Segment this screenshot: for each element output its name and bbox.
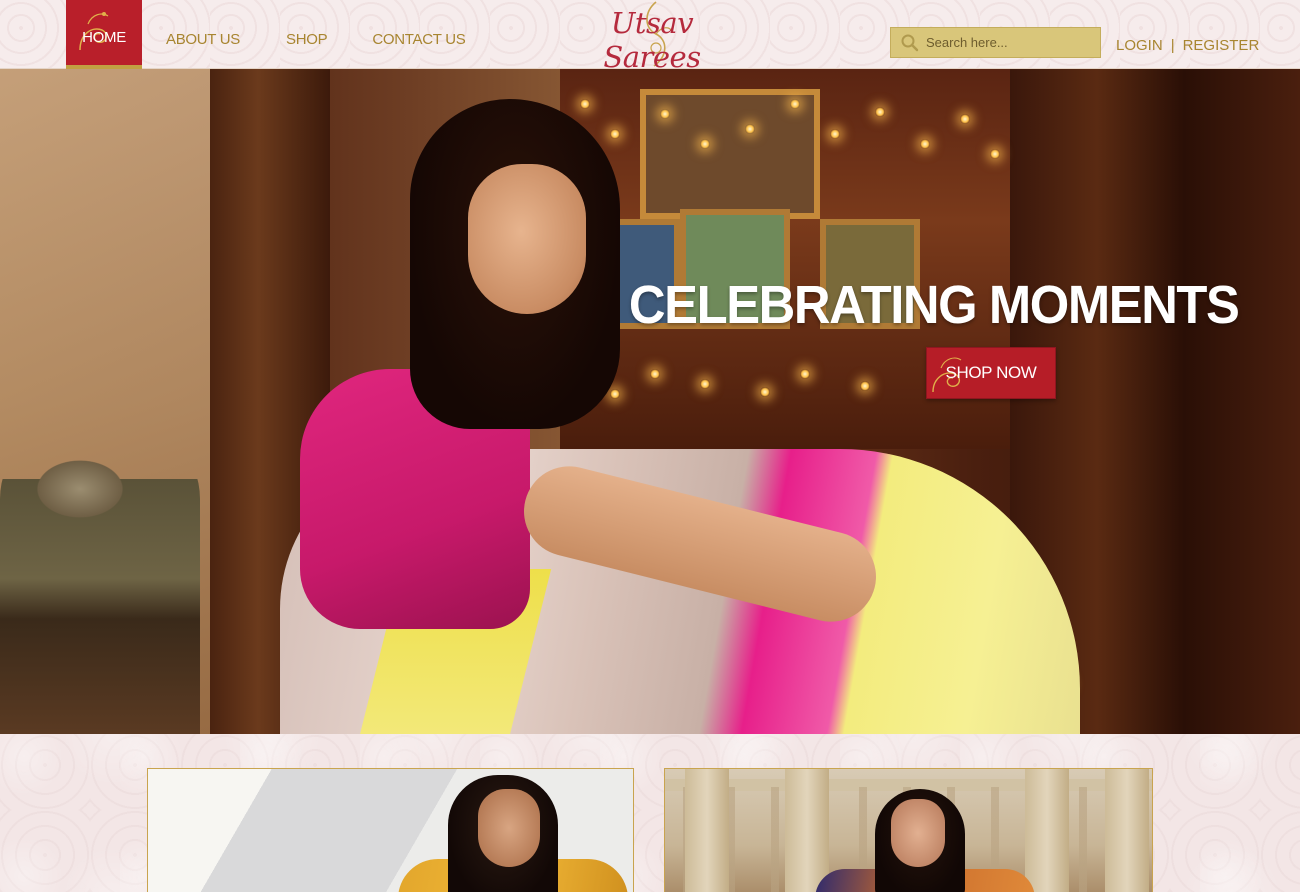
featured-card-2[interactable] bbox=[664, 768, 1153, 892]
nav-contact-us-label: CONTACT US bbox=[372, 31, 466, 48]
lamp bbox=[650, 369, 660, 379]
nav-home[interactable]: HOME bbox=[66, 0, 142, 69]
register-link[interactable]: REGISTER bbox=[1183, 37, 1260, 54]
search-input[interactable] bbox=[926, 35, 1096, 50]
lamp bbox=[790, 99, 800, 109]
logo-text: Utsav Sarees bbox=[603, 6, 701, 74]
main-nav: HOME ABOUT US SHOP CONTACT US bbox=[66, 0, 466, 69]
auth-separator: | bbox=[1170, 36, 1175, 54]
featured-card-1[interactable] bbox=[147, 768, 634, 892]
lamp bbox=[580, 99, 590, 109]
card-1-model-face bbox=[478, 789, 540, 867]
shop-now-button[interactable]: SHOP NOW bbox=[926, 347, 1056, 399]
featured-cards bbox=[0, 734, 1300, 892]
lamp bbox=[800, 369, 810, 379]
site-logo[interactable]: Utsav Sarees bbox=[566, 0, 738, 74]
lamp bbox=[760, 387, 770, 397]
lamp bbox=[920, 139, 930, 149]
lamp bbox=[610, 129, 620, 139]
nav-about-us[interactable]: ABOUT US bbox=[166, 0, 240, 69]
lamp bbox=[610, 389, 620, 399]
lamp bbox=[700, 139, 710, 149]
shop-now-label: SHOP NOW bbox=[945, 363, 1037, 382]
lamp bbox=[700, 379, 710, 389]
card-2-pillar bbox=[1025, 769, 1069, 892]
nav-home-label: HOME bbox=[82, 29, 126, 46]
lamp bbox=[660, 109, 670, 119]
card-2-pillar bbox=[1105, 769, 1149, 892]
nav-shop-label: SHOP bbox=[286, 31, 328, 48]
card-2-pillar bbox=[785, 769, 829, 892]
site-header: HOME ABOUT US SHOP CONTACT US Utsav Sare… bbox=[0, 0, 1300, 74]
hero-title: CELEBRATING MOMENTS bbox=[628, 275, 1239, 335]
search-box[interactable] bbox=[890, 27, 1101, 58]
card-2-model-face bbox=[891, 799, 945, 867]
lamp bbox=[875, 107, 885, 117]
lamp bbox=[860, 381, 870, 391]
card-2-pillar bbox=[685, 769, 729, 892]
lamp bbox=[960, 114, 970, 124]
lamp bbox=[990, 149, 1000, 159]
lamp bbox=[745, 124, 755, 134]
login-link[interactable]: LOGIN bbox=[1116, 37, 1163, 54]
hero-banner: CELEBRATING MOMENTS SHOP NOW bbox=[0, 69, 1300, 734]
lamp bbox=[830, 129, 840, 139]
nav-shop[interactable]: SHOP bbox=[286, 0, 328, 69]
nav-about-us-label: ABOUT US bbox=[166, 31, 241, 48]
hero-model-face bbox=[468, 164, 586, 314]
search-icon[interactable] bbox=[900, 33, 920, 53]
hero-statue bbox=[0, 419, 200, 734]
auth-links: LOGIN | REGISTER bbox=[1116, 34, 1259, 56]
nav-contact-us[interactable]: CONTACT US bbox=[372, 0, 465, 69]
